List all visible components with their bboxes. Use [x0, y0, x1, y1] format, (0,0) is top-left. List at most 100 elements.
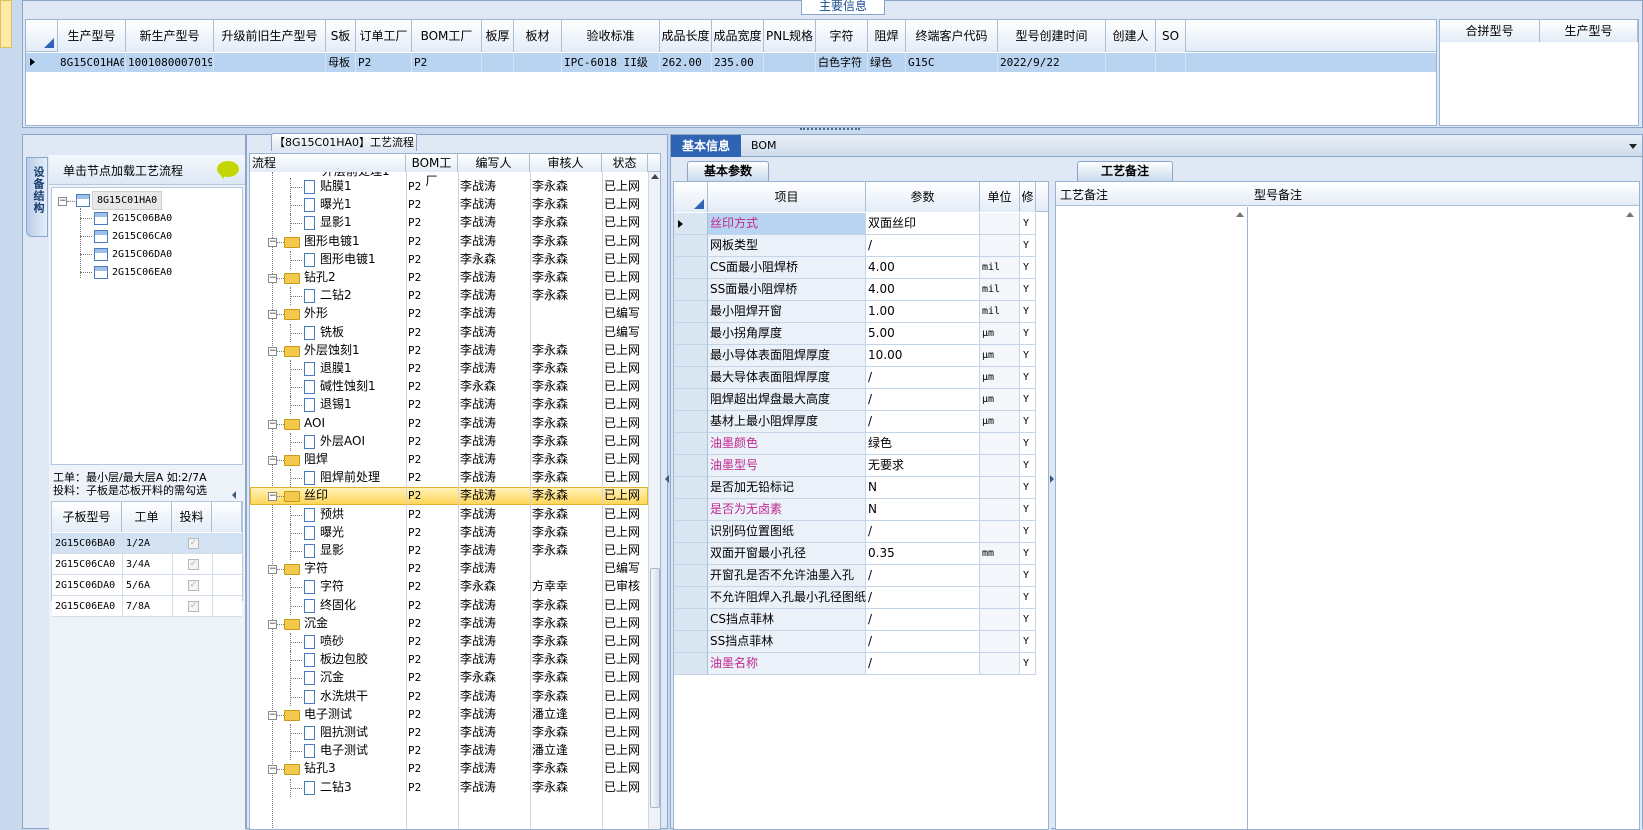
merge-col-header[interactable]: 生产型号 — [1540, 20, 1638, 42]
main-grid-row[interactable]: 8G15C01HA0 10010800070193 母板 P2 P2 IPC-6018 I… — [26, 53, 1436, 72]
tree-collapse-icon[interactable]: − — [268, 456, 277, 465]
scroll-up-arrow[interactable] — [651, 174, 659, 179]
process-name[interactable]: 图形电镀1 — [320, 250, 406, 269]
row-selector[interactable] — [674, 433, 708, 455]
main-col-header[interactable]: 板厚 — [482, 20, 514, 52]
process-name[interactable]: 阻抗测试 — [320, 723, 406, 742]
process-name[interactable]: 外层蚀刻1 — [304, 341, 406, 360]
main-col-header[interactable]: 创建人 — [1106, 20, 1156, 52]
row-selector[interactable] — [674, 411, 708, 433]
tree-collapse-icon[interactable]: − — [268, 565, 277, 575]
main-col-header[interactable]: 阻焊 — [868, 20, 906, 52]
process-name[interactable]: 沉金 — [320, 668, 406, 687]
model-remark-box[interactable] — [1249, 207, 1639, 829]
feed-checkbox[interactable]: ✓ — [188, 538, 199, 549]
process-name[interactable]: 曝光 — [320, 523, 406, 542]
process-remark-box[interactable] — [1056, 207, 1248, 829]
tree-collapse-icon[interactable]: − — [268, 710, 277, 720]
process-name[interactable]: 预烘 — [320, 505, 406, 524]
row-selector[interactable] — [674, 389, 708, 411]
process-name[interactable]: 铣板 — [320, 323, 406, 342]
process-name[interactable]: 字符 — [320, 577, 406, 596]
process-name[interactable]: 显影 — [320, 541, 406, 560]
tree-collapse-icon[interactable]: − — [268, 346, 277, 356]
process-name[interactable]: 电子测试 — [304, 705, 406, 724]
main-col-header[interactable]: SO — [1156, 20, 1186, 52]
row-selector[interactable] — [674, 609, 708, 631]
param-col-header[interactable]: 项目 — [708, 182, 866, 212]
main-col-header[interactable]: 型号创建时间 — [998, 20, 1106, 52]
remark-scroll-arrow-2[interactable] — [1626, 212, 1634, 217]
row-selector[interactable] — [674, 477, 708, 499]
process-name[interactable]: 钻孔2 — [304, 268, 406, 287]
tree-child-node[interactable]: 2G15C06DA0 — [112, 246, 172, 263]
process-name[interactable]: 水洗烘干 — [320, 687, 406, 706]
row-selector[interactable] — [674, 587, 708, 609]
row-selector[interactable] — [674, 565, 708, 587]
process-name[interactable]: 阻焊 — [304, 450, 406, 469]
splitter-handle[interactable] — [800, 128, 860, 132]
process-name[interactable]: 显影1 — [320, 213, 406, 232]
remark-scroll-arrow[interactable] — [1236, 212, 1244, 217]
remark-col-model[interactable]: 型号备注 — [1254, 186, 1302, 203]
row-selector[interactable] — [674, 367, 708, 389]
main-col-header[interactable]: 终端客户代码 — [906, 20, 998, 52]
process-name[interactable]: 图形电镀1 — [304, 232, 406, 251]
tree-collapse-icon[interactable]: − — [58, 197, 67, 206]
main-col-header[interactable]: BOM工厂 — [412, 20, 482, 52]
tree-collapse-icon[interactable]: − — [268, 274, 277, 283]
main-col-header[interactable]: 字符 — [816, 20, 868, 52]
row-selector[interactable] — [674, 543, 708, 565]
process-col-header[interactable]: 审核人 — [530, 154, 602, 172]
tree-collapse-icon[interactable]: − — [268, 619, 277, 629]
tree-collapse-icon[interactable]: − — [268, 492, 277, 502]
row-selector[interactable] — [674, 499, 708, 521]
process-name[interactable]: 二钻2 — [320, 286, 406, 305]
tree-child-node[interactable]: 2G15C06BA0 — [112, 210, 172, 227]
sub-col-header[interactable]: 投料 — [172, 502, 212, 532]
main-col-header[interactable]: 成品宽度 — [712, 20, 764, 52]
process-name[interactable]: 贴膜1 — [320, 177, 406, 196]
main-col-header[interactable]: 板材 — [514, 20, 562, 52]
row-selector[interactable] — [674, 521, 708, 543]
process-name[interactable]: 字符 — [304, 559, 406, 578]
tree-child-node[interactable]: 2G15C06CA0 — [112, 228, 172, 245]
process-scrollbar[interactable] — [648, 172, 660, 829]
row-selector[interactable] — [674, 235, 708, 257]
left-scroll-arrow[interactable] — [232, 491, 236, 499]
feed-checkbox[interactable]: ✓ — [188, 580, 199, 591]
feed-checkbox[interactable]: ✓ — [188, 559, 199, 570]
tree-collapse-icon[interactable]: − — [268, 765, 277, 775]
vertical-tab[interactable]: 设备结构 — [26, 157, 48, 237]
row-selector[interactable] — [674, 653, 708, 675]
process-name[interactable]: 外层AOI — [320, 432, 406, 451]
merge-col-header[interactable]: 合拼型号 — [1440, 20, 1540, 42]
process-name[interactable]: 沉金 — [304, 614, 406, 633]
process-name[interactable]: 碱性蚀刻1 — [320, 377, 406, 396]
tab-bom[interactable]: BOM — [751, 135, 791, 157]
process-name[interactable]: 曝光1 — [320, 195, 406, 214]
main-col-header[interactable]: 新生产型号 — [126, 20, 214, 52]
process-col-header[interactable]: 状态 — [602, 154, 648, 172]
scroll-thumb[interactable] — [650, 568, 660, 808]
tab-basic-info[interactable]: 基本信息 — [671, 135, 741, 157]
param-col-header[interactable]: 单位 — [980, 182, 1020, 212]
sub-col-header[interactable]: 子板型号 — [52, 502, 122, 532]
process-name[interactable]: 终固化 — [320, 596, 406, 615]
tree-child-node[interactable]: 2G15C06EA0 — [112, 264, 172, 281]
row-selector[interactable] — [674, 345, 708, 367]
main-col-header[interactable]: PNL规格 — [764, 20, 816, 52]
process-col-header[interactable]: 流程 — [250, 154, 406, 172]
process-name[interactable]: 钻孔3 — [304, 759, 406, 778]
feed-checkbox[interactable]: ✓ — [188, 601, 199, 612]
process-col-header[interactable]: BOM工厂 — [406, 154, 458, 188]
row-selector[interactable] — [674, 279, 708, 301]
process-name[interactable]: 阻焊前处理 — [320, 468, 406, 487]
process-name[interactable]: 电子测试 — [320, 741, 406, 760]
row-selector[interactable] — [674, 301, 708, 323]
process-col-header[interactable]: 编写人 — [458, 154, 530, 172]
remarks-tab[interactable]: 工艺备注 — [1077, 161, 1173, 181]
process-name[interactable]: 喷砂 — [320, 632, 406, 651]
tree-collapse-icon[interactable]: − — [268, 310, 277, 320]
remark-col-process[interactable]: 工艺备注 — [1060, 186, 1108, 203]
